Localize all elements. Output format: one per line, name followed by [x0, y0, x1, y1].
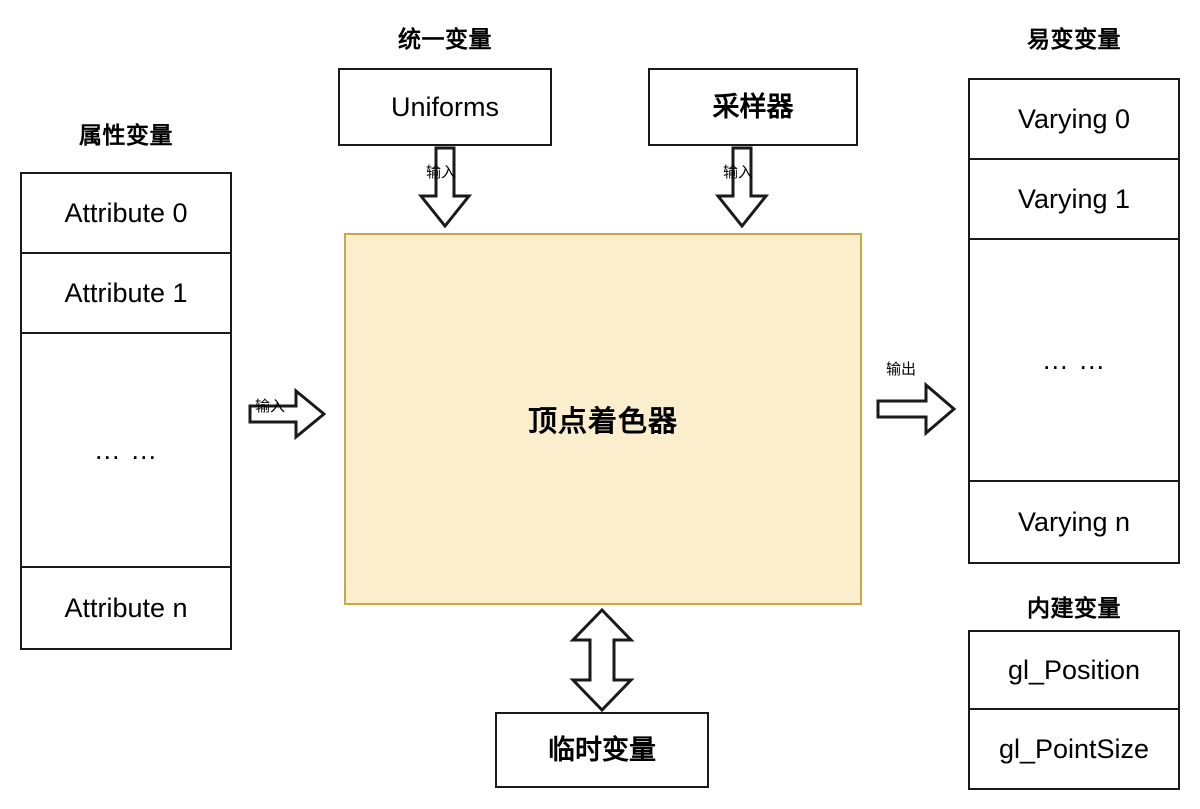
- sampler-box-label: 采样器: [712, 91, 794, 122]
- varyings-column: Varying 0 Varying 1 … … Varying n: [968, 78, 1180, 564]
- list-item[interactable]: Varying n: [970, 482, 1178, 562]
- attributes-column: Attribute 0 Attribute 1 … … Attribute n: [20, 172, 232, 650]
- list-item[interactable]: gl_PointSize: [970, 710, 1178, 788]
- list-item-ellipsis: … …: [970, 240, 1178, 482]
- sampler-box[interactable]: 采样器: [648, 68, 858, 146]
- list-item[interactable]: gl_Position: [970, 632, 1178, 710]
- list-item-ellipsis: … …: [22, 334, 230, 568]
- temporaries-bidirectional-arrow: [568, 608, 636, 712]
- output-arrow-label: 输出: [886, 361, 917, 378]
- list-item[interactable]: Attribute 1: [22, 254, 230, 334]
- attribute-input-arrow-label: 输入: [255, 398, 286, 415]
- sampler-input-arrow-label: 输入: [723, 164, 754, 181]
- uniforms-box[interactable]: Uniforms: [338, 68, 552, 146]
- uniforms-input-arrow-label: 输入: [426, 164, 457, 181]
- list-item[interactable]: Varying 0: [970, 80, 1178, 160]
- vertex-shader-box[interactable]: 顶点着色器: [344, 233, 862, 605]
- uniforms-input-arrow: [418, 146, 472, 228]
- sampler-input-arrow: [715, 146, 769, 228]
- vertex-shader-label: 顶点着色器: [527, 406, 678, 438]
- uniforms-caption: 统一变量: [398, 26, 492, 52]
- temporaries-box[interactable]: 临时变量: [495, 712, 709, 788]
- uniforms-box-label: Uniforms: [390, 91, 499, 122]
- builtins-caption: 内建变量: [1027, 595, 1121, 621]
- diagram-canvas: 属性变量 Attribute 0 Attribute 1 … … Attribu…: [0, 0, 1200, 809]
- list-item[interactable]: Attribute n: [22, 568, 230, 648]
- output-arrow: [876, 382, 956, 436]
- builtins-column: gl_Position gl_PointSize: [968, 630, 1180, 790]
- varyings-caption: 易变变量: [1027, 26, 1121, 52]
- temporaries-box-label: 临时变量: [548, 734, 656, 765]
- list-item[interactable]: Varying 1: [970, 160, 1178, 240]
- attributes-caption: 属性变量: [79, 122, 173, 148]
- list-item[interactable]: Attribute 0: [22, 174, 230, 254]
